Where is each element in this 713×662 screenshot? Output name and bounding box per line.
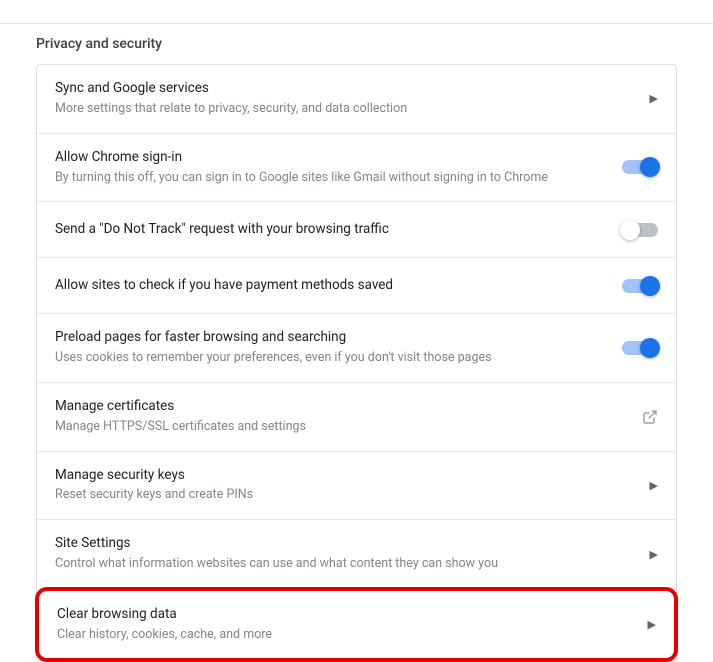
do-not-track-row[interactable]: Send a "Do Not Track" request with your … [37, 202, 676, 258]
sync-subtitle: More settings that relate to privacy, se… [55, 100, 634, 119]
highlight-annotation: Clear browsing data Clear history, cooki… [35, 587, 678, 662]
chevron-right-icon: ▶ [650, 548, 658, 561]
clear-browsing-data-row[interactable]: Clear browsing data Clear history, cooki… [39, 591, 674, 659]
signin-title: Allow Chrome sign-in [55, 148, 606, 167]
signin-toggle[interactable] [622, 160, 658, 174]
preload-toggle[interactable] [622, 341, 658, 355]
clear-subtitle: Clear history, cookies, cache, and more [57, 626, 632, 645]
chevron-right-icon: ▶ [650, 479, 658, 492]
payment-methods-row[interactable]: Allow sites to check if you have payment… [37, 258, 676, 314]
preload-pages-row[interactable]: Preload pages for faster browsing and se… [37, 314, 676, 383]
chevron-right-icon: ▶ [648, 618, 656, 631]
manage-security-keys-row[interactable]: Manage security keys Reset security keys… [37, 452, 676, 521]
chevron-right-icon: ▶ [650, 92, 658, 105]
certs-subtitle: Manage HTTPS/SSL certificates and settin… [55, 418, 626, 437]
dnt-title: Send a "Do Not Track" request with your … [55, 220, 389, 239]
top-bar [0, 0, 713, 24]
external-link-icon [642, 409, 658, 425]
certs-title: Manage certificates [55, 397, 626, 416]
privacy-settings-card: Sync and Google services More settings t… [36, 64, 677, 661]
sync-google-services-row[interactable]: Sync and Google services More settings t… [37, 65, 676, 134]
seckeys-title: Manage security keys [55, 466, 634, 485]
site-title: Site Settings [55, 534, 634, 553]
signin-subtitle: By turning this off, you can sign in to … [55, 169, 606, 188]
payment-toggle[interactable] [622, 279, 658, 293]
site-subtitle: Control what information websites can us… [55, 555, 634, 574]
seckeys-subtitle: Reset security keys and create PINs [55, 486, 634, 505]
preload-title: Preload pages for faster browsing and se… [55, 328, 606, 347]
clear-title: Clear browsing data [57, 605, 632, 624]
manage-certificates-row[interactable]: Manage certificates Manage HTTPS/SSL cer… [37, 383, 676, 452]
preload-subtitle: Uses cookies to remember your preference… [55, 349, 606, 368]
sync-title: Sync and Google services [55, 79, 634, 98]
dnt-toggle[interactable] [622, 223, 658, 237]
allow-chrome-signin-row[interactable]: Allow Chrome sign-in By turning this off… [37, 134, 676, 203]
section-title: Privacy and security [0, 24, 713, 64]
payment-title: Allow sites to check if you have payment… [55, 276, 393, 295]
site-settings-row[interactable]: Site Settings Control what information w… [37, 520, 676, 589]
